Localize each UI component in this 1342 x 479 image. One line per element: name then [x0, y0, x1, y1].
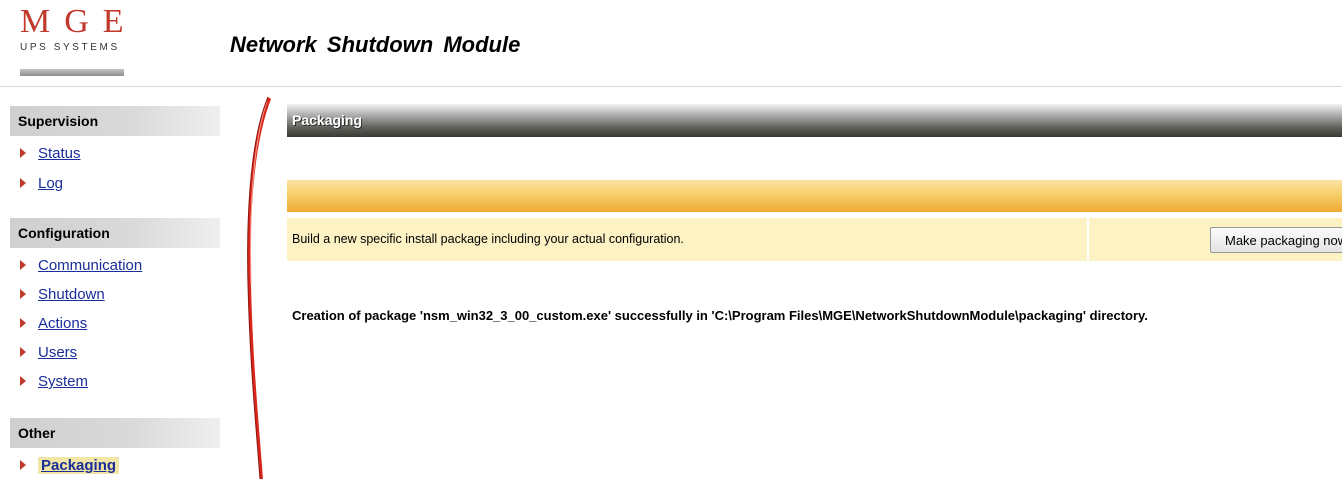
sidebar-item-status[interactable]: Status	[20, 144, 81, 164]
cell-divider	[1087, 218, 1089, 261]
app-title: Network Shutdown Module	[230, 32, 521, 57]
sidebar-header-other: Other	[10, 418, 220, 448]
packaging-description: Build a new specific install package inc…	[292, 232, 684, 246]
bullet-icon	[20, 376, 26, 387]
bullet-icon	[20, 260, 26, 271]
red-swoosh-decoration	[247, 96, 271, 479]
sidebar-item-shutdown[interactable]: Shutdown	[20, 285, 105, 305]
orange-band	[287, 180, 1342, 212]
bullet-icon	[20, 178, 26, 189]
mge-logo: MGE UPS SYSTEMS	[20, 3, 140, 76]
bullet-icon	[20, 460, 26, 471]
section-title-bar: Packaging	[287, 104, 1342, 137]
logo-text: MGE	[20, 3, 138, 40]
sidebar-header-supervision: Supervision	[10, 106, 220, 136]
sidebar-link-actions[interactable]: Actions	[38, 315, 87, 332]
make-packaging-button[interactable]: Make packaging now	[1210, 227, 1342, 253]
header-divider	[0, 86, 1342, 87]
logo-subtitle: UPS SYSTEMS	[20, 42, 120, 53]
bullet-icon	[20, 347, 26, 358]
sidebar-link-communication[interactable]: Communication	[38, 257, 142, 274]
sidebar-item-packaging[interactable]: Packaging	[20, 456, 120, 476]
sidebar-item-system[interactable]: System	[20, 372, 88, 392]
sidebar-item-users[interactable]: Users	[20, 343, 77, 363]
sidebar-link-shutdown[interactable]: Shutdown	[38, 286, 105, 303]
sidebar-link-packaging[interactable]: Packaging	[38, 457, 120, 474]
bullet-icon	[20, 289, 26, 300]
bullet-icon	[20, 148, 26, 159]
sidebar-item-log[interactable]: Log	[20, 174, 63, 194]
sidebar-link-status[interactable]: Status	[38, 145, 81, 162]
sidebar-link-system[interactable]: System	[38, 373, 88, 390]
packaging-info-row: Build a new specific install package inc…	[287, 218, 1342, 261]
sidebar-link-users[interactable]: Users	[38, 344, 77, 361]
sidebar-item-communication[interactable]: Communication	[20, 256, 142, 276]
result-message: Creation of package 'nsm_win32_3_00_cust…	[292, 308, 1148, 323]
logo-bar	[20, 69, 124, 76]
sidebar-header-configuration: Configuration	[10, 218, 220, 248]
sidebar-link-log[interactable]: Log	[38, 175, 63, 192]
sidebar-item-actions[interactable]: Actions	[20, 314, 87, 334]
bullet-icon	[20, 318, 26, 329]
